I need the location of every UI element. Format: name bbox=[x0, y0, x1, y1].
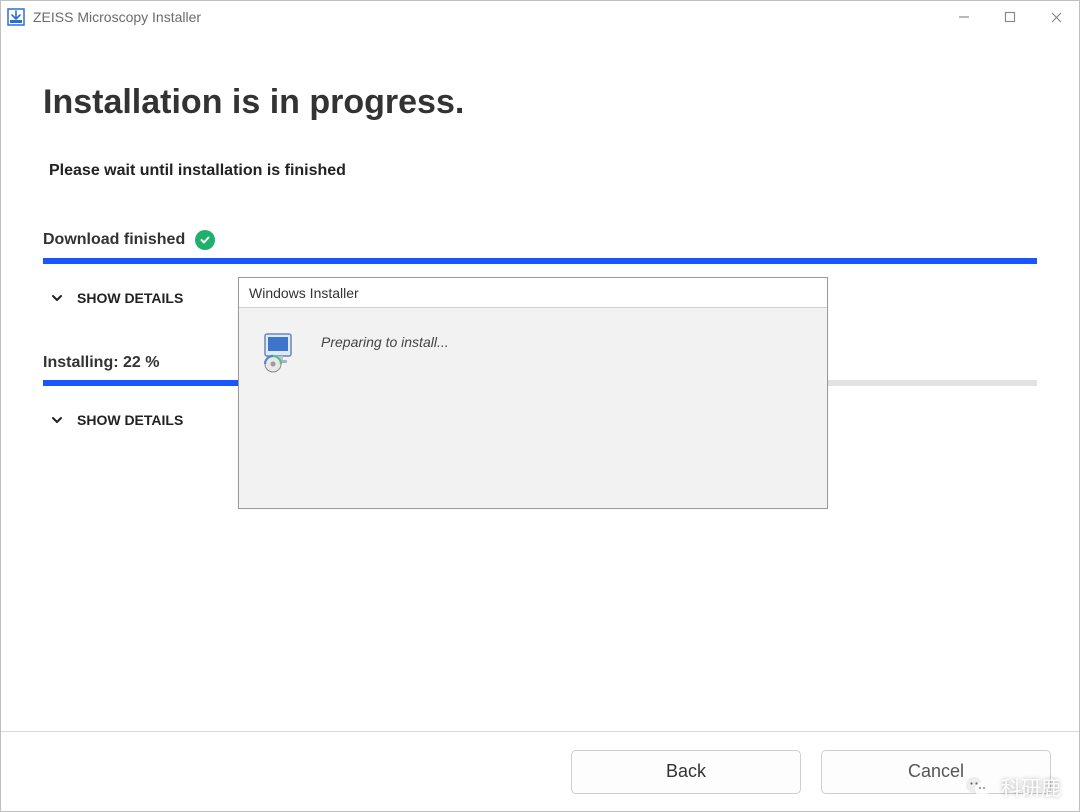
installer-icon bbox=[259, 330, 303, 374]
chevron-down-icon bbox=[51, 292, 63, 304]
install-progress-fill bbox=[43, 380, 262, 386]
install-status-text: Installing: 22 % bbox=[43, 354, 159, 372]
footer: Back Cancel 科研鹿 bbox=[1, 731, 1079, 811]
download-status-label: Download finished bbox=[43, 230, 1037, 250]
chevron-down-icon bbox=[51, 414, 63, 426]
windows-installer-dialog: Windows Installer Preparing to install..… bbox=[238, 277, 828, 509]
page-title: Installation is in progress. bbox=[43, 83, 1037, 122]
install-details-label: SHOW DETAILS bbox=[77, 412, 183, 428]
check-circle-icon bbox=[195, 230, 215, 250]
app-icon bbox=[7, 8, 25, 26]
dialog-message: Preparing to install... bbox=[321, 334, 449, 350]
download-status-text: Download finished bbox=[43, 231, 185, 249]
download-details-label: SHOW DETAILS bbox=[77, 290, 183, 306]
window-title: ZEISS Microscopy Installer bbox=[33, 9, 201, 25]
back-button[interactable]: Back bbox=[571, 750, 801, 794]
close-button[interactable] bbox=[1033, 1, 1079, 33]
dialog-title: Windows Installer bbox=[239, 278, 827, 308]
titlebar: ZEISS Microscopy Installer bbox=[1, 1, 1079, 33]
cancel-button[interactable]: Cancel bbox=[821, 750, 1051, 794]
download-progress-fill bbox=[43, 258, 1037, 264]
installer-window: ZEISS Microscopy Installer Installation … bbox=[0, 0, 1080, 812]
wait-message: Please wait until installation is finish… bbox=[49, 162, 1037, 180]
minimize-button[interactable] bbox=[941, 1, 987, 33]
download-progress-bar bbox=[43, 258, 1037, 264]
maximize-button[interactable] bbox=[987, 1, 1033, 33]
dialog-body: Preparing to install... bbox=[239, 308, 827, 396]
